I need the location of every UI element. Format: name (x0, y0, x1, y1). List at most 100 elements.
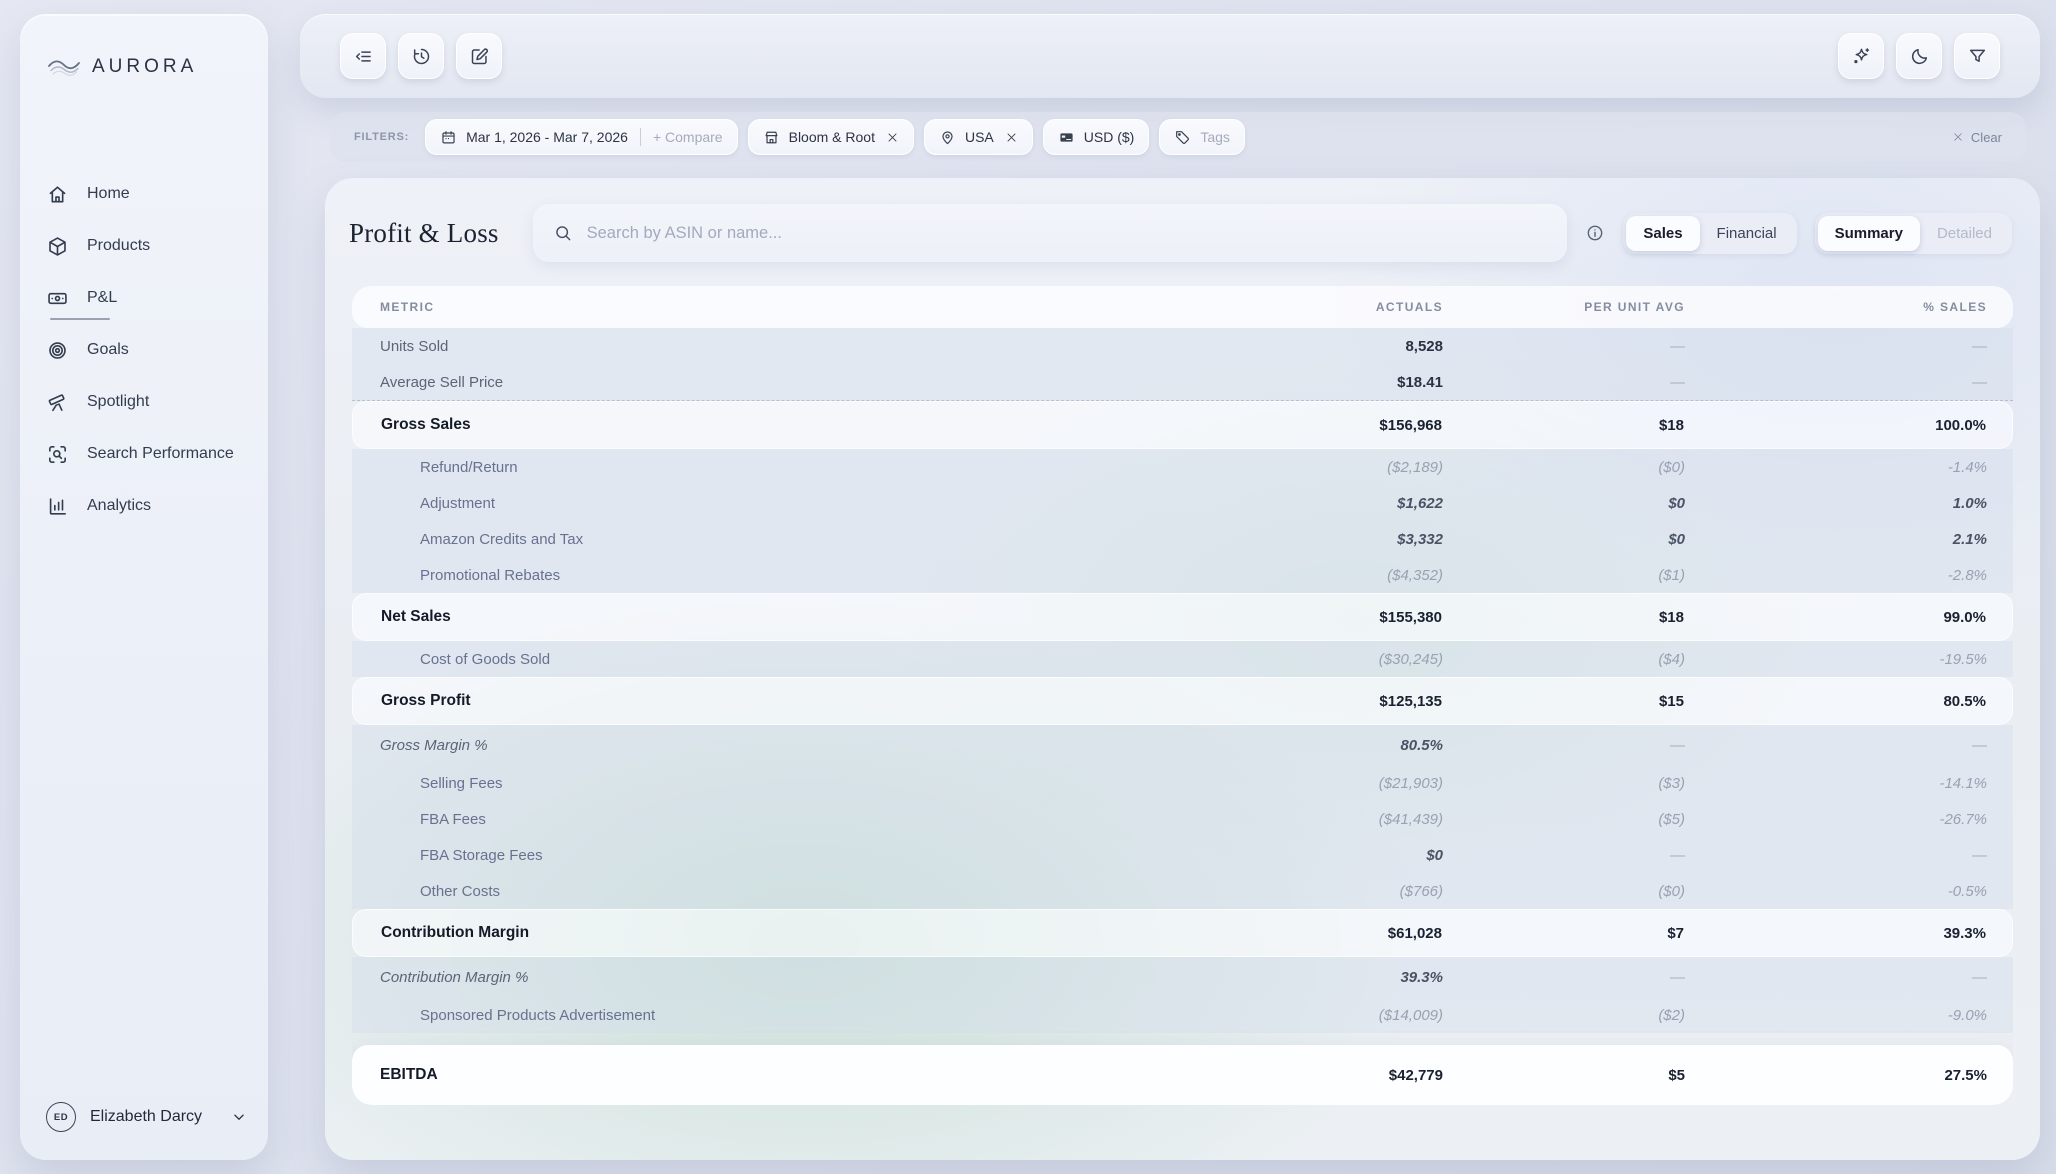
remove-filter-icon[interactable] (1005, 131, 1018, 144)
edit-icon (469, 46, 490, 67)
metric-row-net-sales[interactable]: Net Sales$155,380$1899.0% (352, 593, 2013, 641)
sidebar-item-home[interactable]: Home (20, 168, 268, 220)
toggle-sales[interactable]: Sales (1626, 216, 1699, 251)
per-unit-value: $18 (1442, 609, 1684, 626)
pct-sales-value: 1.0% (1685, 495, 1987, 512)
toolbar-left-group (340, 33, 502, 79)
per-unit-value: ($1) (1443, 567, 1685, 584)
actuals-value: ($2,189) (1201, 459, 1443, 476)
filter-chips: Mar 1, 2026 - Mar 7, 2026 + Compare Bloom … (425, 119, 1245, 155)
metric-group: Contribution Margin %39.3%——Sponsored Pr… (352, 957, 2013, 1033)
compare-button[interactable]: + Compare (653, 129, 723, 145)
brand-name: AURORA (92, 56, 197, 78)
per-unit-value: $5 (1443, 1067, 1685, 1084)
per-unit-value: — (1443, 847, 1685, 864)
actuals-value: $0 (1201, 847, 1443, 864)
pl-table: METRICACTUALSPER UNIT AVG% SALES Units S… (352, 286, 2013, 1105)
sidebar-item-label: Spotlight (87, 393, 149, 411)
filter-chip-bloom-root[interactable]: Bloom & Root (748, 119, 914, 155)
user-menu[interactable]: ED Elizabeth Darcy (46, 1102, 248, 1132)
dark-mode-moon-button[interactable] (1896, 33, 1942, 79)
metric-row-amazon-credits-and-tax: Amazon Credits and Tax$3,332$02.1% (352, 521, 2013, 557)
per-unit-value: ($0) (1443, 883, 1685, 900)
pct-sales-value: 27.5% (1685, 1067, 1987, 1084)
sidebar-item-spotlight[interactable]: Spotlight (20, 376, 268, 428)
sidebar-item-goals[interactable]: Goals (20, 324, 268, 376)
actuals-value: 80.5% (1201, 737, 1443, 754)
clear-filters-button[interactable]: Clear (1952, 130, 2002, 145)
toggle-summary[interactable]: Summary (1818, 216, 1920, 251)
telescope-icon (46, 391, 69, 414)
toggle-financial[interactable]: Financial (1700, 216, 1794, 251)
pct-sales-value: 39.3% (1684, 925, 1986, 942)
actuals-value: $1,622 (1201, 495, 1443, 512)
brand-logo: AURORA (20, 54, 268, 80)
sidebar-item-label: Search Performance (87, 445, 234, 463)
search-input[interactable] (585, 223, 1548, 244)
metric-row-gross-sales[interactable]: Gross Sales$156,968$18100.0% (352, 401, 2013, 449)
filters-bar: FILTERS: Mar 1, 2026 - Mar 7, 2026+ Comp… (330, 112, 2026, 162)
chevron-down-icon (230, 1108, 248, 1126)
filter-chip-usa[interactable]: USA (924, 119, 1033, 155)
bar-chart-icon (46, 495, 69, 518)
history-button[interactable] (398, 33, 444, 79)
chip-label: Tags (1200, 129, 1230, 145)
filter-button[interactable] (1954, 33, 2000, 79)
per-unit-value: — (1443, 737, 1685, 754)
column-header-per-unit-avg: PER UNIT AVG (1443, 300, 1685, 314)
per-unit-value: $7 (1442, 925, 1684, 942)
section-group: Gross Profit$125,135$1580.5% (352, 677, 2013, 725)
collapse-sidebar-icon (353, 46, 374, 67)
clear-x-icon (1952, 131, 1964, 143)
metric-row-ebitda[interactable]: EBITDA$42,779$527.5% (352, 1045, 2013, 1105)
sidebar-item-p-l[interactable]: P&L (20, 272, 268, 324)
actuals-value: $18.41 (1201, 374, 1443, 391)
sidebar-item-products[interactable]: Products (20, 220, 268, 272)
per-unit-value: ($4) (1443, 651, 1685, 668)
metric-group: Refund/Return($2,189)($0)-1.4%Adjustment… (352, 449, 2013, 593)
filter-chip-mar-1-2026-mar-7-2026[interactable]: Mar 1, 2026 - Mar 7, 2026 + Compare (425, 119, 738, 155)
per-unit-value: $0 (1443, 495, 1685, 512)
collapse-sidebar-button[interactable] (340, 33, 386, 79)
filter-chip-tags[interactable]: Tags (1159, 119, 1245, 155)
info-icon[interactable] (1585, 223, 1605, 243)
metric-row-gross-profit[interactable]: Gross Profit$125,135$1580.5% (352, 677, 2013, 725)
content-header: Profit & Loss SalesFinancial SummaryDeta… (325, 178, 2040, 262)
edit-button[interactable] (456, 33, 502, 79)
metric-row-contribution-margin[interactable]: Contribution Margin$61,028$739.3% (352, 909, 2013, 957)
sidebar-item-label: Goals (87, 341, 129, 359)
box-icon (46, 235, 69, 258)
actuals-value: 8,528 (1201, 338, 1443, 355)
sparkles-button[interactable] (1838, 33, 1884, 79)
pct-sales-value: -14.1% (1685, 775, 1987, 792)
pct-sales-value: -19.5% (1685, 651, 1987, 668)
sidebar-item-search-performance[interactable]: Search Performance (20, 428, 268, 480)
metric-label: FBA Fees (380, 811, 1201, 828)
remove-filter-icon[interactable] (886, 131, 899, 144)
toggle-detailed[interactable]: Detailed (1920, 216, 2009, 251)
actuals-value: $61,028 (1200, 925, 1442, 942)
metric-label: Contribution Margin % (380, 969, 1201, 986)
store-icon (763, 129, 780, 146)
metric-label: Sponsored Products Advertisement (380, 1007, 1201, 1024)
metric-group: Gross Margin %80.5%——Selling Fees($21,90… (352, 725, 2013, 909)
metric-label: Promotional Rebates (380, 567, 1201, 584)
clear-filters-label: Clear (1971, 130, 2002, 145)
per-unit-value: $18 (1442, 417, 1684, 434)
sidebar-item-analytics[interactable]: Analytics (20, 480, 268, 532)
actuals-value: $155,380 (1200, 609, 1442, 626)
pct-sales-value: 100.0% (1684, 417, 1986, 434)
calendar-icon (440, 129, 457, 146)
metric-label: Units Sold (380, 338, 1201, 355)
per-unit-value: ($2) (1443, 1007, 1685, 1024)
chip-divider (640, 128, 641, 146)
home-icon (46, 183, 69, 206)
sidebar-item-label: Products (87, 237, 150, 255)
actuals-value: ($21,903) (1201, 775, 1443, 792)
actuals-value: $42,779 (1201, 1067, 1443, 1084)
ebitda-group: EBITDA$42,779$527.5% (352, 1045, 2013, 1105)
chip-label: Mar 1, 2026 - Mar 7, 2026 (466, 129, 628, 145)
search-box[interactable] (533, 204, 1568, 262)
filter-chip-usd[interactable]: USD ($) (1043, 119, 1150, 155)
mode-toggle: SummaryDetailed (1815, 213, 2012, 254)
